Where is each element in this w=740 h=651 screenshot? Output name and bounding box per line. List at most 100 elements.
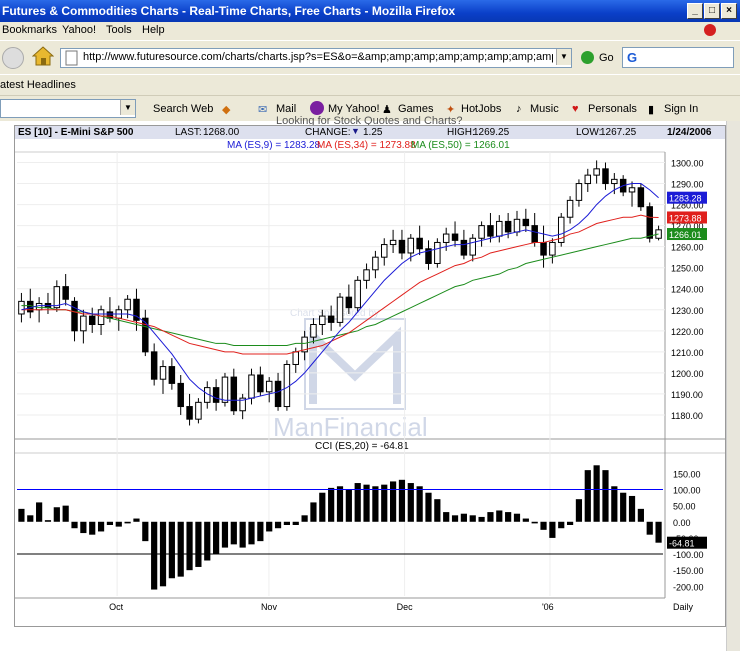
cci-tick-label: 0.00 bbox=[673, 518, 691, 528]
personals-icon: ♥ bbox=[572, 103, 579, 115]
cci-bar bbox=[195, 521, 202, 567]
cci-bar bbox=[133, 518, 140, 522]
maximize-button[interactable]: □ bbox=[704, 3, 720, 19]
cci-bar bbox=[71, 521, 78, 529]
candle-body bbox=[27, 300, 34, 313]
price-tick-label: 1240.00 bbox=[671, 285, 704, 295]
cci-bar bbox=[151, 521, 158, 590]
latest-headlines-link[interactable]: atest Headlines bbox=[0, 79, 76, 91]
my-yahoo-button[interactable]: My Yahoo! bbox=[328, 103, 380, 115]
url-input[interactable]: http://www.futuresource.com/charts/chart… bbox=[60, 48, 572, 68]
candle-body bbox=[159, 366, 167, 380]
yahoo-search-input[interactable]: ▼ bbox=[0, 99, 136, 118]
sign-in-button[interactable]: Sign In bbox=[664, 103, 698, 115]
candle-body bbox=[611, 178, 618, 185]
menu-help[interactable]: Help bbox=[142, 24, 165, 36]
cci-bar bbox=[248, 521, 255, 545]
menu-bookmarks[interactable]: Bookmarks bbox=[2, 24, 57, 36]
candle-body bbox=[549, 241, 556, 256]
cci-bar bbox=[611, 486, 618, 522]
cci-bar bbox=[407, 483, 414, 522]
candle-body bbox=[522, 218, 530, 227]
cci-bar bbox=[319, 492, 326, 522]
price-tick-label: 1230.00 bbox=[671, 306, 704, 316]
cci-bar bbox=[239, 521, 246, 548]
candle-body bbox=[35, 302, 43, 311]
close-button[interactable]: × bbox=[721, 3, 737, 19]
candle-body bbox=[88, 315, 96, 326]
highlight-icon[interactable]: ◆ bbox=[222, 103, 230, 116]
cci-bar bbox=[283, 521, 291, 525]
candle-body bbox=[257, 374, 264, 393]
cci-last-label: -64.81 bbox=[669, 539, 695, 549]
search-web-button[interactable]: Search Web bbox=[153, 103, 213, 115]
candle-body bbox=[221, 376, 229, 403]
cci-bar bbox=[602, 470, 609, 522]
chart-panel: ES [10] - E-Mini S&P 500 LAST: 1268.00 C… bbox=[14, 125, 726, 627]
cci-bar bbox=[124, 521, 131, 524]
stop-loading-icon[interactable] bbox=[2, 47, 24, 69]
candle-body bbox=[62, 286, 69, 300]
candle-body bbox=[274, 380, 282, 408]
personals-button[interactable]: Personals bbox=[588, 103, 637, 115]
candle-body bbox=[212, 387, 220, 403]
candle-body bbox=[460, 239, 468, 256]
cci-bar bbox=[354, 483, 361, 522]
cci-bar bbox=[292, 521, 299, 525]
ma9-last-label: 1283.28 bbox=[669, 194, 702, 204]
candle-body bbox=[195, 401, 202, 420]
cci-bar bbox=[18, 508, 25, 522]
google-icon: G bbox=[627, 50, 638, 65]
cci-bar bbox=[257, 521, 264, 542]
cci-bar bbox=[416, 486, 423, 522]
cci-bar bbox=[168, 521, 175, 579]
go-button[interactable]: Go bbox=[599, 52, 614, 64]
hotjobs-button[interactable]: HotJobs bbox=[461, 103, 501, 115]
go-icon[interactable] bbox=[581, 51, 594, 64]
cci-bar bbox=[274, 521, 282, 529]
yahoo-search-dropdown-icon[interactable]: ▼ bbox=[120, 100, 135, 115]
cci-bar bbox=[593, 465, 600, 522]
candle-body bbox=[434, 241, 441, 264]
cci-bar bbox=[336, 486, 344, 522]
home-icon[interactable] bbox=[32, 45, 54, 67]
cci-bar bbox=[53, 507, 60, 522]
search-input[interactable]: G bbox=[622, 47, 734, 68]
cci-bar bbox=[80, 521, 87, 534]
vertical-scrollbar[interactable] bbox=[726, 121, 740, 651]
cci-bar bbox=[628, 495, 636, 522]
candle-body bbox=[469, 237, 476, 256]
cci-bar bbox=[566, 521, 574, 525]
games-button[interactable]: Games bbox=[398, 103, 433, 115]
candle-body bbox=[372, 256, 379, 271]
candle-body bbox=[602, 168, 609, 185]
menu-tools[interactable]: Tools bbox=[106, 24, 132, 36]
cci-bar bbox=[549, 521, 556, 538]
minimize-button[interactable]: _ bbox=[687, 3, 703, 19]
candle-body bbox=[18, 300, 25, 315]
price-tick-label: 1210.00 bbox=[671, 348, 704, 358]
window-titlebar: Futures & Commodities Charts - Real-Time… bbox=[0, 0, 740, 22]
menu-yahoo[interactable]: Yahoo! bbox=[62, 24, 96, 36]
candle-body bbox=[566, 199, 574, 218]
music-button[interactable]: Music bbox=[530, 103, 559, 115]
price-tick-label: 1220.00 bbox=[671, 327, 704, 337]
candle-body bbox=[327, 315, 335, 323]
cci-bar bbox=[381, 484, 388, 522]
cci-bar bbox=[513, 513, 521, 522]
cci-bar bbox=[363, 484, 370, 522]
candle-body bbox=[513, 218, 521, 233]
candle-body bbox=[142, 317, 149, 353]
candle-body bbox=[230, 376, 238, 412]
period-label: Daily bbox=[673, 602, 694, 612]
cci-bar bbox=[177, 521, 184, 577]
candle-body bbox=[97, 309, 105, 326]
price-tick-label: 1180.00 bbox=[671, 411, 703, 421]
mail-button[interactable]: Mail bbox=[276, 103, 296, 115]
candle-body bbox=[71, 300, 78, 332]
candle-body bbox=[487, 225, 494, 237]
candle-body bbox=[345, 296, 353, 309]
stop-icon[interactable] bbox=[704, 24, 716, 36]
cci-bar bbox=[655, 521, 662, 543]
url-dropdown-icon[interactable]: ▼ bbox=[556, 49, 571, 65]
